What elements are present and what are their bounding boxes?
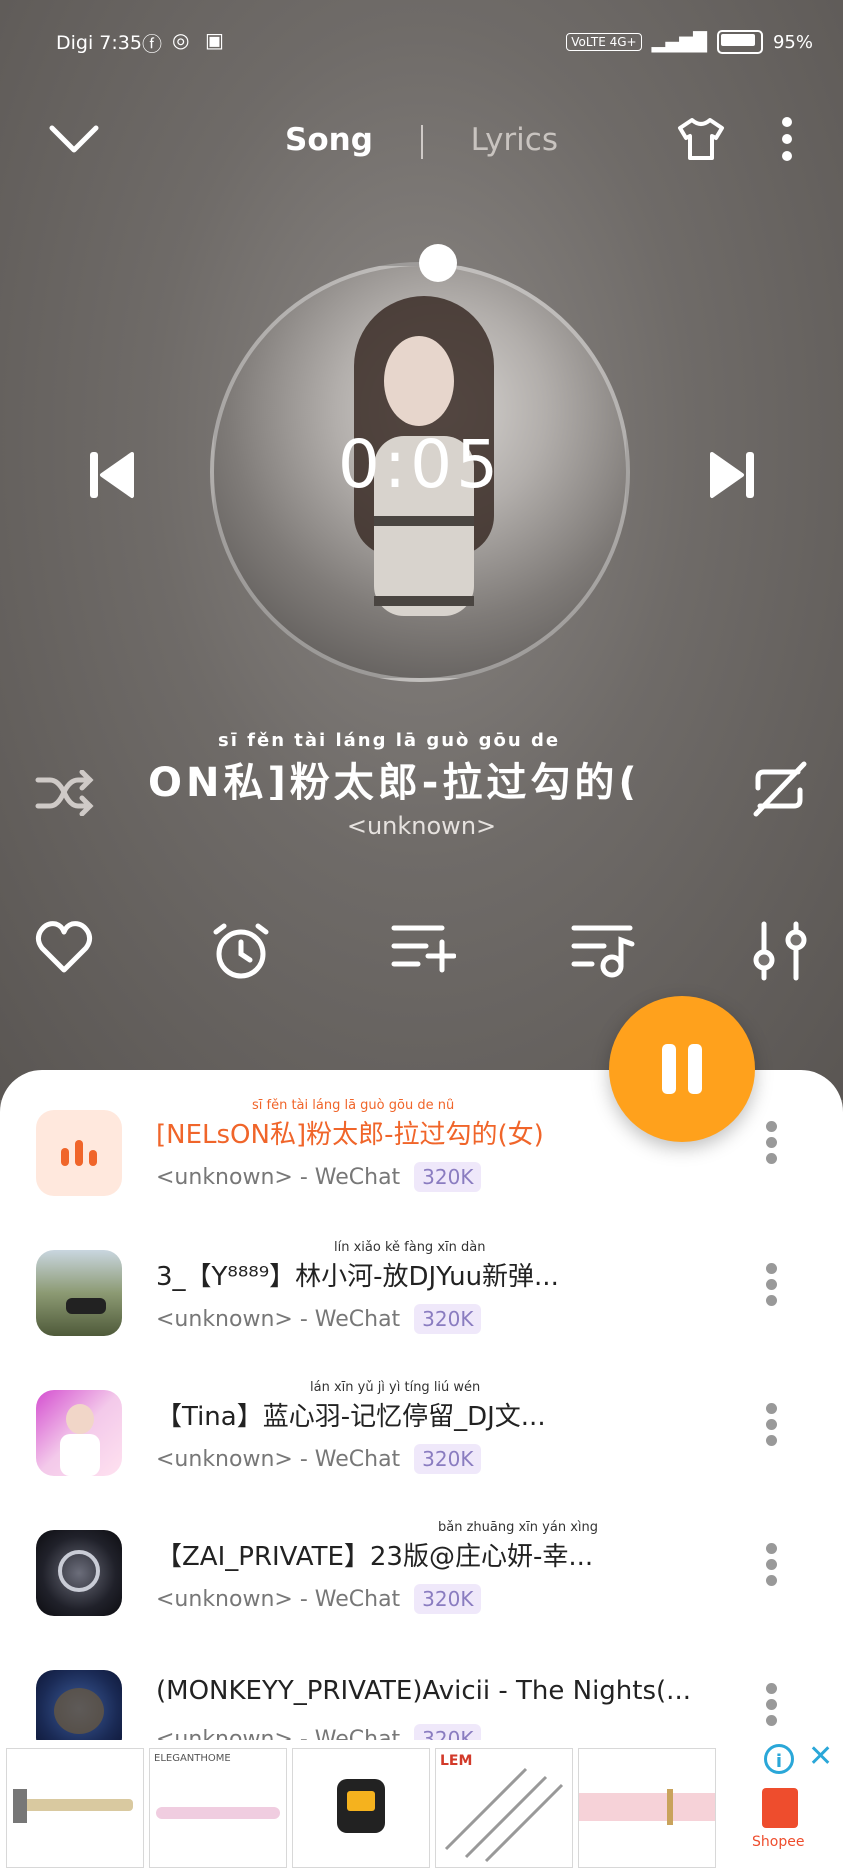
theme-shirt-icon[interactable] (676, 116, 726, 162)
playlist-item[interactable]: lán xīn yǔ jì yì tíng liú wén 【Tina】蓝心羽-… (0, 1380, 843, 1500)
ad-tile-tools[interactable]: LEM (435, 1748, 573, 1868)
track-thumbnail (36, 1390, 122, 1476)
queue-music-icon[interactable] (570, 920, 636, 980)
song-title-pinyin: sī fěn tài láng lā guò gōu de (218, 730, 561, 751)
playlist-item[interactable]: lín xiǎo kě fàng xīn dàn 3_【Y⁸⁸⁸⁹】林小河-放D… (0, 1240, 843, 1360)
playlist-item[interactable]: bǎn zhuāng xīn yán xìng 【ZAI_PRIVATE】23版… (0, 1520, 843, 1640)
item-more-icon[interactable] (764, 1116, 778, 1169)
next-track-icon[interactable] (710, 450, 756, 500)
quality-badge: 320K (414, 1444, 482, 1474)
repeat-off-icon[interactable] (748, 758, 810, 820)
playlist-item-title: [NELsON私]粉太郎-拉过勾的(女) (156, 1120, 544, 1150)
sleep-timer-alarm-icon[interactable] (210, 920, 272, 982)
ad-caption: ELEGANTHOME (154, 1753, 231, 1764)
playlist-item-subtitle: <unknown> - WeChat (156, 1164, 401, 1190)
playlist-item-pinyin: bǎn zhuāng xīn yán xìng (438, 1520, 598, 1535)
ad-tile-band[interactable] (578, 1748, 716, 1868)
playlist-item-title: 3_【Y⁸⁸⁸⁹】林小河-放DJYuu新弹... (156, 1262, 559, 1292)
item-more-icon[interactable] (764, 1398, 778, 1451)
item-more-icon[interactable] (764, 1258, 778, 1311)
playlist-item-title: 【ZAI_PRIVATE】23版@庄心妍-幸... (156, 1542, 594, 1572)
status-bar: Digi 7:35 ⓕ ◎ ▣ VoLTE 4G+ ▂▄▆█ 95% (0, 22, 843, 62)
tools-illustration (444, 1767, 564, 1863)
album-art-disc[interactable]: 0:05 (210, 262, 630, 682)
playlist-item-subtitle: <unknown> - WeChat (156, 1586, 401, 1612)
player-action-row (0, 920, 843, 990)
playlist-item-pinyin: sī fěn tài láng lā guò gōu de nǚ (252, 1098, 455, 1113)
playlist-item-subtitle: <unknown> - WeChat (156, 1306, 401, 1332)
now-playing-thumbnail (36, 1110, 122, 1196)
shopee-bag-icon (762, 1788, 798, 1828)
more-vertical-icon[interactable] (780, 116, 794, 162)
track-thumbnail (36, 1530, 122, 1616)
playlist-item-pinyin: lín xiǎo kě fàng xīn dàn (334, 1240, 486, 1255)
playlist-item-title: (MONKEYY_PRIVATE)Avicii - The Nights(... (156, 1676, 691, 1706)
item-more-icon[interactable] (764, 1538, 778, 1591)
quality-badge: 320K (414, 1162, 482, 1192)
ad-tile-watches[interactable] (292, 1748, 430, 1868)
quality-badge: 320K (414, 1584, 482, 1614)
progress-knob[interactable] (419, 244, 457, 282)
add-to-playlist-icon[interactable] (390, 920, 456, 976)
ad-info-icon[interactable]: i (764, 1744, 794, 1774)
elapsed-time: 0:05 (337, 426, 503, 503)
shopee-label: Shopee (752, 1834, 805, 1850)
battery-icon (716, 30, 763, 54)
song-artist: <unknown> (346, 812, 497, 840)
app-notification-icon: ▣ (205, 28, 224, 52)
track-thumbnail (36, 1250, 122, 1336)
instagram-icon: ◎ (172, 28, 190, 52)
ad-tile-hammer[interactable] (6, 1748, 144, 1868)
item-more-icon[interactable] (764, 1678, 778, 1731)
ad-tile-strap[interactable]: ELEGANTHOME (149, 1748, 287, 1868)
battery-percent: 95% (772, 31, 813, 53)
playlist-item-title: 【Tina】蓝心羽-记忆停留_DJ文... (156, 1402, 546, 1432)
shuffle-icon[interactable] (34, 770, 94, 816)
pause-button[interactable] (609, 996, 755, 1142)
ad-close-icon[interactable]: ✕ (808, 1742, 833, 1772)
ad-banner[interactable]: ELEGANTHOME LEM i ✕ Shopee (0, 1740, 843, 1873)
tab-divider (420, 124, 423, 159)
heart-icon[interactable] (34, 920, 94, 976)
previous-track-icon[interactable] (88, 450, 134, 500)
status-time: Digi 7:35 (56, 32, 142, 54)
pause-icon (662, 1044, 676, 1094)
song-title-text: ON私]粉太郎-拉过勾的( (148, 760, 641, 800)
signal-icon: ▂▄▆█ (651, 31, 707, 53)
network-indicator: VoLTE 4G+ (566, 33, 642, 51)
tab-song[interactable]: Song (285, 122, 373, 158)
player-header: Song Lyrics (0, 100, 843, 180)
playlist-item-subtitle: <unknown> - WeChat (156, 1446, 401, 1472)
tab-lyrics[interactable]: Lyrics (471, 122, 558, 158)
playlist-item-pinyin: lán xīn yǔ jì yì tíng liú wén (310, 1380, 481, 1395)
equalizer-icon[interactable] (752, 920, 808, 982)
song-title: sī fěn tài láng lā guò gōu de ON私]粉太郎-拉过… (148, 730, 696, 800)
quality-badge: 320K (414, 1304, 482, 1334)
facebook-icon: ⓕ (142, 32, 162, 56)
